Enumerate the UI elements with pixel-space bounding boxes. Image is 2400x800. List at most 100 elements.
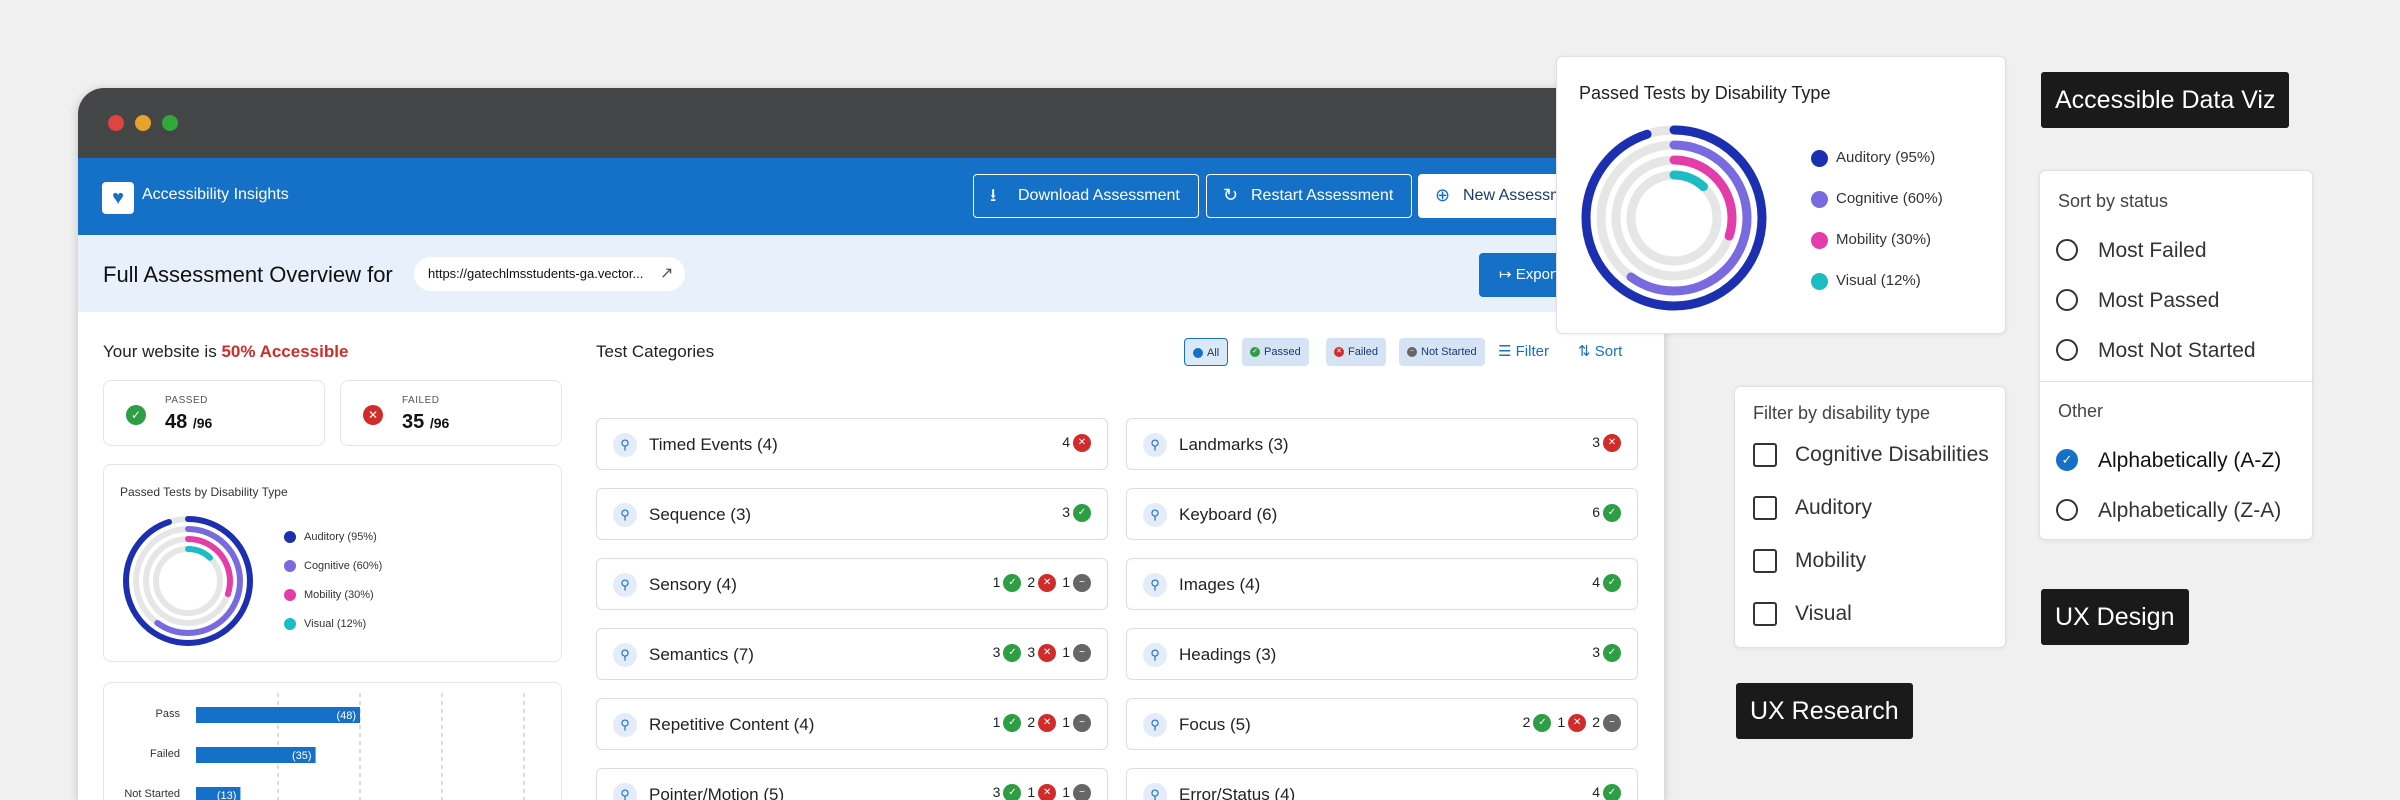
category-card[interactable]: ⚲ Focus (5) 2 ✓ 1 ✕ 2− [1126, 698, 1638, 750]
category-card[interactable]: ⚲ Semantics (7) 3 ✓ 3 ✕ 1− [596, 628, 1108, 680]
x-icon: ✕ [363, 405, 383, 425]
status-count: 1− [1062, 784, 1091, 800]
status-count: 1 ✕ [1027, 784, 1057, 800]
filter-chip-not-started[interactable]: − Not Started [1399, 338, 1485, 366]
radio-most-not-started[interactable] [2056, 339, 2078, 361]
option-alpha-az: Alphabetically (A-Z) [2098, 449, 2282, 472]
status-count: 2 ✕ [1027, 714, 1057, 733]
url-pill[interactable]: https://gatechlmsstudents-ga.vector... ↗ [414, 257, 686, 291]
option-cognitive: Cognitive Disabilities [1795, 443, 1989, 466]
minus-icon: − [1073, 574, 1091, 593]
filter-button[interactable]: ☰ Filter [1498, 338, 1549, 366]
category-card[interactable]: ⚲ Pointer/Motion (5) 3 ✓ 1 ✕ 1− [596, 768, 1108, 800]
sort-icon: ⇅ [1578, 343, 1595, 360]
browser-window: ♥ Accessibility Insights ⭳ Download Asses… [78, 88, 1664, 800]
chart-title: Passed Tests by Disability Type [120, 485, 288, 499]
category-stats: 3 ✓ [1056, 504, 1091, 523]
check-icon: ✓ [1603, 644, 1621, 663]
legend-swatch [1811, 149, 1828, 167]
category-stats: 4 ✓ [1586, 784, 1621, 800]
maximize-dot[interactable] [162, 115, 178, 131]
category-name: Pointer/Motion (5) [649, 785, 785, 800]
sort-button[interactable]: ⇅ Sort [1578, 338, 1622, 366]
status-count: 3 ✕ [1027, 644, 1057, 663]
radio-most-passed[interactable] [2056, 289, 2078, 311]
category-card[interactable]: ⚲ Sensory (4) 1 ✓ 2 ✕ 1− [596, 558, 1108, 610]
option-most-not-started: Most Not Started [2098, 339, 2256, 362]
bar-category-label: Pass [156, 708, 181, 720]
category-toolbar: All ✓ Passed ✕ Failed − Not Started ☰ Filte… [1184, 338, 1644, 366]
legend-item: Auditory (95%) [284, 531, 377, 544]
category-icon: ⚲ [1143, 433, 1167, 457]
checkbox-cognitive[interactable] [1753, 443, 1777, 467]
x-icon: ✕ [1038, 784, 1057, 800]
category-icon: ⚲ [1143, 573, 1167, 597]
minus-icon: − [1407, 347, 1417, 357]
tag-ux-research: UX Research [1736, 683, 1913, 739]
check-icon: ✓ [1603, 504, 1621, 523]
bar-category-label: Not Started [124, 788, 180, 800]
radio-most-failed[interactable] [2056, 239, 2078, 261]
filter-chip-passed[interactable]: ✓ Passed [1242, 338, 1309, 366]
x-icon: ✕ [1334, 347, 1344, 357]
category-card[interactable]: ⚲ Keyboard (6) 6 ✓ [1126, 488, 1638, 540]
checkbox-auditory[interactable] [1753, 496, 1777, 520]
filter-panel-title: Filter by disability type [1753, 403, 1931, 423]
status-count: 1− [1062, 714, 1091, 733]
category-stats: 3 ✓ [1586, 644, 1621, 663]
legend-label: Mobility (30%) [304, 589, 374, 601]
category-card[interactable]: ⚲ Landmarks (3) 3 ✕ [1126, 418, 1638, 470]
checkbox-visual[interactable] [1753, 602, 1777, 626]
option-alpha-za: Alphabetically (Z-A) [2098, 499, 2282, 522]
external-link-icon[interactable]: ↗ [660, 257, 673, 291]
category-name: Timed Events (4) [649, 435, 778, 454]
option-mobility: Mobility [1795, 549, 1867, 572]
minus-icon: − [1073, 784, 1091, 800]
legend-item: Auditory (95%) [1811, 149, 1935, 167]
category-name: Repetitive Content (4) [649, 715, 815, 734]
legend-label: Auditory (95%) [1836, 149, 1936, 166]
status-count: 1 ✕ [1557, 714, 1587, 733]
legend-label: Mobility (30%) [1836, 231, 1932, 248]
category-card[interactable]: ⚲ Error/Status (4) 4 ✓ [1126, 768, 1638, 800]
check-icon: ✓ [126, 405, 146, 425]
category-card[interactable]: ⚲ Repetitive Content (4) 1 ✓ 2 ✕ 1− [596, 698, 1108, 750]
filter-chip-failed[interactable]: ✕ Failed [1326, 338, 1386, 366]
export-icon: ↦ [1499, 266, 1516, 283]
restart-assessment-button[interactable]: ↻ Restart Assessment [1206, 174, 1413, 218]
test-categories-title: Test Categories [596, 342, 715, 361]
filter-chip-all[interactable]: All [1184, 338, 1229, 366]
legend-item: Visual (12%) [1811, 272, 1921, 290]
close-dot[interactable] [108, 115, 124, 131]
checkbox-mobility[interactable] [1753, 549, 1777, 573]
category-icon: ⚲ [613, 503, 637, 527]
status-count: 3 ✓ [1062, 504, 1091, 523]
legend-label: Auditory (95%) [304, 531, 377, 543]
status-count: 3 ✓ [993, 784, 1022, 800]
minimize-dot[interactable] [135, 115, 151, 131]
status-bar-chart: Pass (48) Failed (35) Not Started (13) [124, 693, 525, 800]
legend-item: Visual (12%) [284, 618, 366, 631]
status-count: 3 ✓ [993, 644, 1022, 663]
category-name: Images (4) [1179, 575, 1261, 594]
status-count: 6 ✓ [1592, 504, 1621, 523]
category-card[interactable]: ⚲ Images (4) 4 ✓ [1126, 558, 1638, 610]
passed-stat-card: ✓ PASSED 48 /96 [103, 380, 325, 446]
category-stats: 4 ✓ [1586, 574, 1621, 593]
category-card[interactable]: ⚲ Sequence (3) 3 ✓ [596, 488, 1108, 540]
radio-alpha-az[interactable]: ✓ [2056, 449, 2078, 471]
status-bar-chart-card: Pass (48) Failed (35) Not Started (13) [103, 682, 562, 800]
accessible-percent: 50% Accessible [221, 342, 349, 361]
category-icon: ⚲ [613, 643, 637, 667]
app-header: ♥ Accessibility Insights ⭳ Download Asses… [78, 158, 1664, 235]
category-card[interactable]: ⚲ Timed Events (4) 4 ✕ [596, 418, 1108, 470]
category-card[interactable]: ⚲ Headings (3) 3 ✓ [1126, 628, 1638, 680]
category-stats: 1 ✓ 2 ✕ 1− [987, 574, 1091, 593]
legend-swatch [284, 589, 296, 602]
download-assessment-button[interactable]: ⭳ Download Assessment [973, 174, 1199, 218]
legend-swatch [1811, 272, 1828, 290]
legend-item: Cognitive (60%) [284, 560, 382, 573]
option-auditory: Auditory [1795, 496, 1873, 519]
bar-category-label: Failed [150, 748, 180, 760]
radio-alpha-za[interactable] [2056, 499, 2078, 521]
